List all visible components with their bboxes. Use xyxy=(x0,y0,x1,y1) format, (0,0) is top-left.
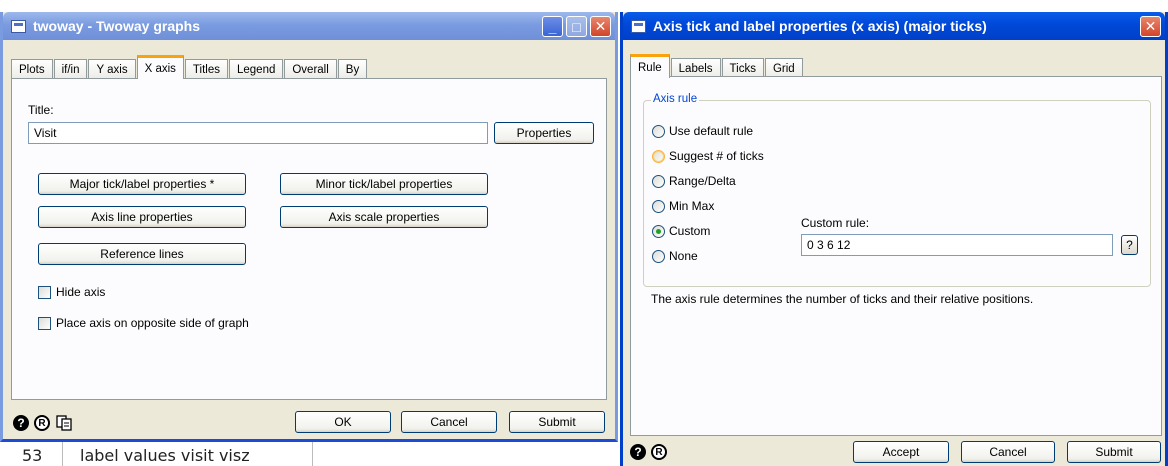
tab-legend[interactable]: Legend xyxy=(228,59,284,79)
help-icon[interactable]: ? xyxy=(13,415,29,431)
tab-labels[interactable]: Labels xyxy=(670,58,721,78)
background-row-divider xyxy=(62,440,63,466)
help-icon[interactable]: ? xyxy=(630,444,646,460)
radio-min-max[interactable] xyxy=(652,200,665,213)
tab-grid[interactable]: Grid xyxy=(764,58,803,78)
axis-scale-properties-button[interactable]: Axis scale properties xyxy=(280,206,488,228)
radio-range-delta[interactable] xyxy=(652,175,665,188)
axis-rule-group-title: Axis rule xyxy=(651,93,700,105)
radio-range-delta-label: Range/Delta xyxy=(669,174,736,188)
tab-overall[interactable]: Overall xyxy=(284,59,337,79)
close-icon[interactable]: ✕ xyxy=(1140,16,1161,37)
opposite-side-label: Place axis on opposite side of graph xyxy=(56,316,249,330)
hide-axis-checkbox[interactable] xyxy=(38,286,51,299)
major-tick-label-properties-button[interactable]: Major tick/label properties * xyxy=(38,173,246,195)
axis-tick-dialog: Axis tick and label properties (x axis) … xyxy=(620,12,1168,466)
tab-x-axis[interactable]: X axis xyxy=(136,55,184,79)
title-input[interactable] xyxy=(28,122,488,144)
submit-button[interactable]: Submit xyxy=(509,411,605,433)
cancel-button[interactable]: Cancel xyxy=(401,411,497,433)
properties-button[interactable]: Properties xyxy=(494,122,594,144)
ok-button[interactable]: OK xyxy=(295,411,391,433)
app-icon xyxy=(11,19,26,33)
axis-rule-description: The axis rule determines the number of t… xyxy=(651,292,1034,306)
accept-button[interactable]: Accept xyxy=(853,441,949,463)
radio-min-max-label: Min Max xyxy=(669,199,715,213)
tab-if-in[interactable]: if/in xyxy=(53,59,88,79)
axis-cancel-button[interactable]: Cancel xyxy=(961,441,1055,463)
background-column-divider xyxy=(312,440,313,466)
tab-ticks[interactable]: Ticks xyxy=(721,58,764,78)
twoway-tabs: Plots if/in Y axis X axis Titles Legend … xyxy=(11,51,368,79)
custom-rule-help-button[interactable]: ? xyxy=(1121,235,1138,255)
twoway-title: twoway - Twoway graphs xyxy=(33,18,200,34)
tab-by[interactable]: By xyxy=(337,59,368,79)
radio-use-default-rule[interactable] xyxy=(652,125,665,138)
radio-none-label: None xyxy=(669,249,698,263)
background-row-number: 53 xyxy=(22,446,43,465)
custom-rule-input[interactable] xyxy=(801,234,1113,256)
tab-y-axis[interactable]: Y axis xyxy=(88,59,136,79)
copy-icon[interactable] xyxy=(56,415,72,431)
radio-none[interactable] xyxy=(652,250,665,263)
tab-rule[interactable]: Rule xyxy=(630,54,670,78)
axis-tabs: Rule Labels Ticks Grid xyxy=(630,52,804,78)
radio-suggest-ticks[interactable] xyxy=(652,150,665,163)
axis-dialog-title: Axis tick and label properties (x axis) … xyxy=(653,18,987,34)
tab-titles[interactable]: Titles xyxy=(184,59,228,79)
radio-custom[interactable] xyxy=(652,225,665,238)
opposite-side-checkbox[interactable] xyxy=(38,317,51,330)
background-row-text: label values visit visz xyxy=(80,446,250,465)
minor-tick-label-properties-button[interactable]: Minor tick/label properties xyxy=(280,173,488,195)
review-icon[interactable]: R xyxy=(34,415,50,431)
minimize-icon[interactable]: _ xyxy=(542,16,563,37)
rule-panel: Axis rule Use default rule Suggest # of … xyxy=(630,76,1162,436)
twoway-dialog: twoway - Twoway graphs _ □ ✕ Plots if/in… xyxy=(0,12,618,442)
axis-submit-button[interactable]: Submit xyxy=(1067,441,1161,463)
radio-custom-label: Custom xyxy=(669,224,711,238)
hide-axis-label: Hide axis xyxy=(56,285,106,299)
twoway-titlebar[interactable]: twoway - Twoway graphs _ □ ✕ xyxy=(3,12,615,40)
title-label: Title: xyxy=(28,103,54,117)
reference-lines-button[interactable]: Reference lines xyxy=(38,243,246,265)
radio-suggest-ticks-label: Suggest # of ticks xyxy=(669,149,764,163)
close-icon[interactable]: ✕ xyxy=(590,16,611,37)
tab-plots[interactable]: Plots xyxy=(11,59,53,79)
maximize-icon[interactable]: □ xyxy=(566,16,587,37)
radio-use-default-rule-label: Use default rule xyxy=(669,124,754,138)
app-icon xyxy=(631,19,646,33)
custom-rule-label: Custom rule: xyxy=(801,216,870,230)
axis-titlebar[interactable]: Axis tick and label properties (x axis) … xyxy=(623,12,1165,40)
review-icon[interactable]: R xyxy=(651,444,667,460)
axis-line-properties-button[interactable]: Axis line properties xyxy=(38,206,246,228)
x-axis-panel: Title: Properties Major tick/label prope… xyxy=(11,78,607,400)
